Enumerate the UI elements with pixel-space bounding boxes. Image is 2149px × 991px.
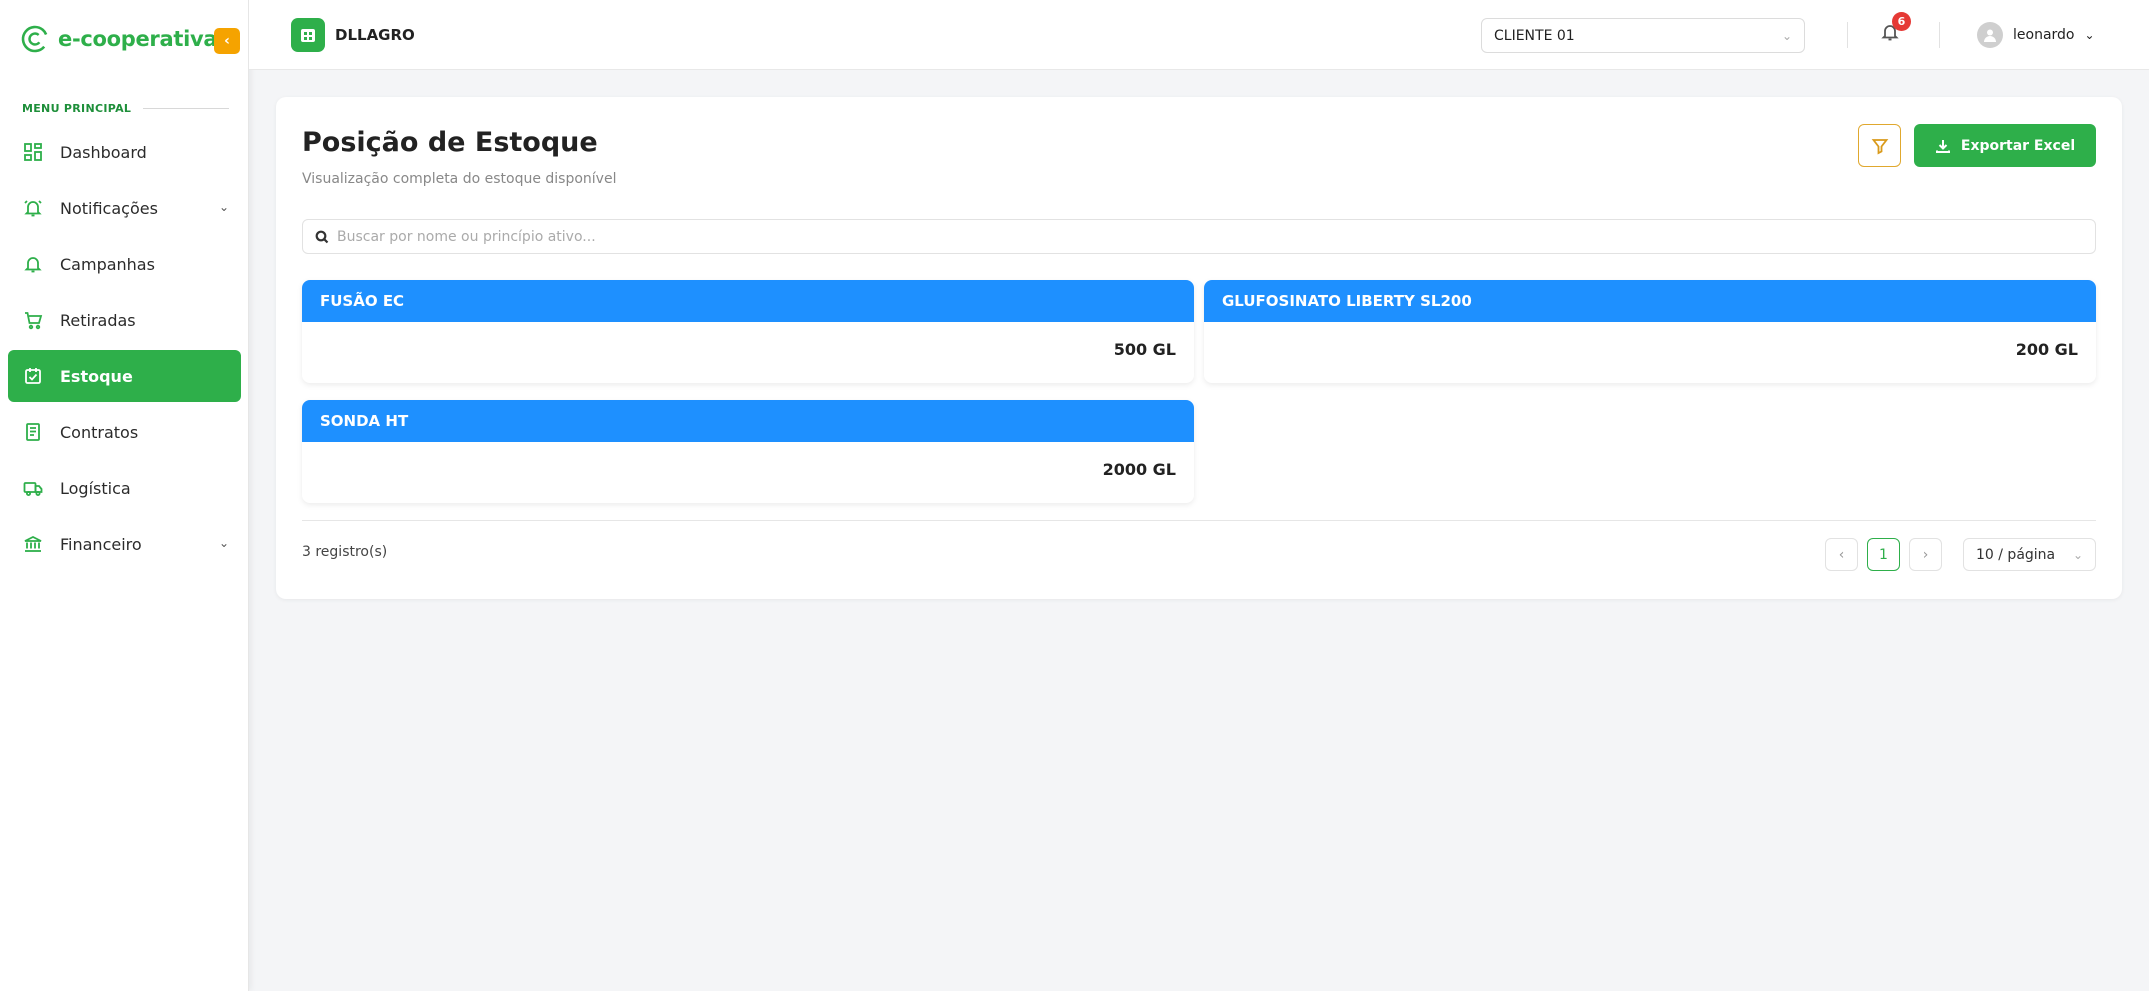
sidebar-item-label: Contratos — [60, 422, 139, 442]
sidebar-item-label: Dashboard — [60, 142, 147, 162]
organization-name: DLLAGRO — [335, 26, 415, 44]
sidebar-item-financeiro[interactable]: Financeiro ⌄ — [8, 518, 241, 570]
dashboard-icon — [22, 141, 44, 163]
top-header: DLLAGRO CLIENTE 01 ⌄ 6 leonardo ⌄ — [249, 0, 2149, 70]
stock-card-quantity: 2000 GL — [1102, 460, 1176, 479]
export-excel-label: Exportar Excel — [1960, 137, 2076, 154]
download-icon — [1935, 139, 1950, 153]
sidebar-item-notificacoes[interactable]: Notificações ⌄ — [8, 182, 241, 234]
stock-card-quantity: 500 GL — [1113, 340, 1176, 359]
sidebar: e-cooperativa ‹ MENU PRINCIPAL Dashboard… — [0, 0, 249, 991]
sidebar-item-logistica[interactable]: Logística — [8, 462, 241, 514]
chevron-down-icon: ⌄ — [2072, 547, 2083, 562]
sidebar-item-dashboard[interactable]: Dashboard — [8, 126, 241, 178]
username: leonardo — [2013, 27, 2075, 43]
sidebar-item-label: Notificações — [60, 198, 158, 218]
sidebar-item-label: Campanhas — [60, 254, 155, 274]
pagination-next-button[interactable]: › — [1909, 538, 1942, 571]
sidebar-item-contratos[interactable]: Contratos — [8, 406, 241, 458]
page-subtitle: Visualização completa do estoque disponí… — [302, 171, 617, 187]
search-input[interactable] — [337, 228, 2095, 245]
header-divider — [1847, 22, 1848, 48]
chevron-down-icon: ⌄ — [1781, 28, 1792, 43]
inventory-icon — [22, 365, 44, 387]
client-select-value: CLIENTE 01 — [1494, 27, 1575, 44]
notifications-button[interactable]: 6 — [1880, 12, 1911, 48]
menu-heading-label: MENU PRINCIPAL — [22, 102, 132, 115]
export-excel-button[interactable]: Exportar Excel — [1914, 124, 2096, 167]
bank-icon — [22, 533, 44, 555]
brand-name: e-cooperativa — [58, 27, 218, 51]
sidebar-item-label: Logística — [60, 478, 131, 498]
chevron-right-icon: › — [1922, 546, 1929, 563]
chevron-down-icon: ⌄ — [218, 200, 229, 214]
bell-icon — [22, 253, 44, 275]
avatar — [1977, 22, 2003, 48]
sidebar-nav: Dashboard Notificações ⌄ Campanhas Retir… — [8, 126, 241, 574]
stock-panel: Posição de Estoque Visualização completa… — [276, 97, 2122, 599]
page-size-select[interactable]: 10 / página ⌄ — [1963, 538, 2096, 571]
stock-card-name: SONDA HT — [302, 400, 1194, 442]
alarm-bell-icon — [22, 197, 44, 219]
sidebar-item-retiradas[interactable]: Retiradas — [8, 294, 241, 346]
stock-card-quantity: 200 GL — [2015, 340, 2078, 359]
stock-card[interactable]: GLUFOSINATO LIBERTY SL200 200 GL — [1204, 280, 2096, 383]
record-count: 3 registro(s) — [302, 544, 388, 560]
chevron-left-icon: ‹ — [224, 33, 230, 49]
stock-card-name: FUSÃO EC — [302, 280, 1194, 322]
pagination-page-label: 1 — [1879, 546, 1888, 563]
notification-badge: 6 — [1892, 12, 1911, 31]
menu-heading: MENU PRINCIPAL — [22, 102, 230, 115]
sidebar-item-label: Retiradas — [60, 310, 136, 330]
cart-icon — [22, 309, 44, 331]
organization[interactable]: DLLAGRO — [291, 18, 415, 52]
sidebar-item-campanhas[interactable]: Campanhas — [8, 238, 241, 290]
client-select[interactable]: CLIENTE 01 ⌄ — [1481, 18, 1805, 53]
search-icon — [315, 230, 329, 243]
sidebar-item-label: Estoque — [60, 366, 133, 386]
truck-icon — [22, 477, 44, 499]
filter-icon — [1871, 138, 1888, 154]
brand[interactable]: e-cooperativa — [20, 24, 218, 54]
pagination-divider — [302, 520, 2096, 521]
brand-logo-icon — [21, 25, 49, 53]
stock-card[interactable]: SONDA HT 2000 GL — [302, 400, 1194, 503]
stock-card[interactable]: FUSÃO EC 500 GL — [302, 280, 1194, 383]
page-size-value: 10 / página — [1976, 546, 2056, 563]
pagination-prev-button[interactable]: ‹ — [1825, 538, 1858, 571]
building-icon — [291, 18, 325, 52]
menu-heading-divider — [143, 108, 230, 109]
sidebar-item-estoque[interactable]: Estoque — [8, 350, 241, 402]
filter-button[interactable] — [1858, 124, 1901, 167]
document-icon — [22, 421, 44, 443]
sidebar-collapse-button[interactable]: ‹ — [214, 28, 240, 54]
sidebar-item-label: Financeiro — [60, 534, 142, 554]
header-divider — [1939, 22, 1940, 48]
chevron-left-icon: ‹ — [1838, 546, 1845, 563]
user-menu[interactable]: leonardo ⌄ — [1977, 22, 2095, 48]
search-bar[interactable] — [302, 219, 2096, 254]
chevron-down-icon: ⌄ — [2084, 28, 2095, 42]
page-title: Posição de Estoque — [302, 127, 598, 158]
pagination-page-1[interactable]: 1 — [1867, 538, 1900, 571]
chevron-down-icon: ⌄ — [218, 536, 229, 550]
user-icon — [1984, 29, 1996, 42]
stock-card-name: GLUFOSINATO LIBERTY SL200 — [1204, 280, 2096, 322]
